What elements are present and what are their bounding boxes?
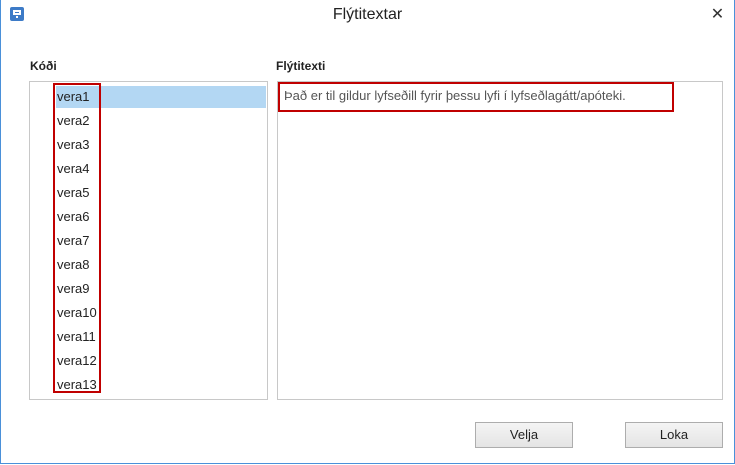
list-item[interactable]: vera2 xyxy=(56,110,266,132)
list-item[interactable]: vera8 xyxy=(56,254,266,276)
code-label: Kóði xyxy=(30,59,57,73)
list-item[interactable]: vera1 xyxy=(56,86,266,108)
list-item-label: vera5 xyxy=(57,185,90,200)
list-item[interactable]: vera12 xyxy=(56,350,266,372)
shortcut-text-content: Það er til gildur lyfseðill fyrir þessu … xyxy=(284,88,626,103)
list-item-label: vera13 xyxy=(57,377,97,392)
list-item[interactable]: vera5 xyxy=(56,182,266,204)
list-item-label: vera7 xyxy=(57,233,90,248)
list-item-label: vera12 xyxy=(57,353,97,368)
title-bar: Flýtitextar ✕ xyxy=(1,0,734,38)
code-list[interactable]: vera1 vera2 vera3 vera4 vera5 vera6 vera7 vera8… xyxy=(29,81,268,400)
list-item-label: vera10 xyxy=(57,305,97,320)
shortcut-text-label: Flýtitexti xyxy=(276,59,326,73)
close-button[interactable]: Loka xyxy=(625,422,723,448)
close-icon[interactable]: ✕ xyxy=(701,0,734,30)
list-item-label: vera1 xyxy=(57,89,90,104)
list-item-label: vera9 xyxy=(57,281,90,296)
window-title: Flýtitextar xyxy=(332,6,403,23)
list-item[interactable]: vera7 xyxy=(56,230,266,252)
shortcut-text-area[interactable]: Það er til gildur lyfseðill fyrir þessu … xyxy=(277,81,723,400)
list-item-label: vera8 xyxy=(57,257,90,272)
list-item[interactable]: vera6 xyxy=(56,206,266,228)
list-item[interactable]: vera10 xyxy=(56,302,266,324)
list-item[interactable]: vera4 xyxy=(56,158,266,180)
list-item[interactable]: vera13 xyxy=(56,374,266,396)
dialog-window: Flýtitextar ✕ Kóði Flýtitexti vera1 vera2… xyxy=(0,0,735,464)
list-item-label: vera11 xyxy=(57,329,96,344)
list-item[interactable]: vera11 xyxy=(56,326,266,348)
list-item-label: vera4 xyxy=(57,161,90,176)
list-item-label: vera2 xyxy=(57,113,90,128)
select-button[interactable]: Velja xyxy=(475,422,573,448)
list-item-label: vera6 xyxy=(57,209,90,224)
list-item-label: vera3 xyxy=(57,137,90,152)
list-item[interactable]: vera9 xyxy=(56,278,266,300)
list-item[interactable]: vera3 xyxy=(56,134,266,156)
